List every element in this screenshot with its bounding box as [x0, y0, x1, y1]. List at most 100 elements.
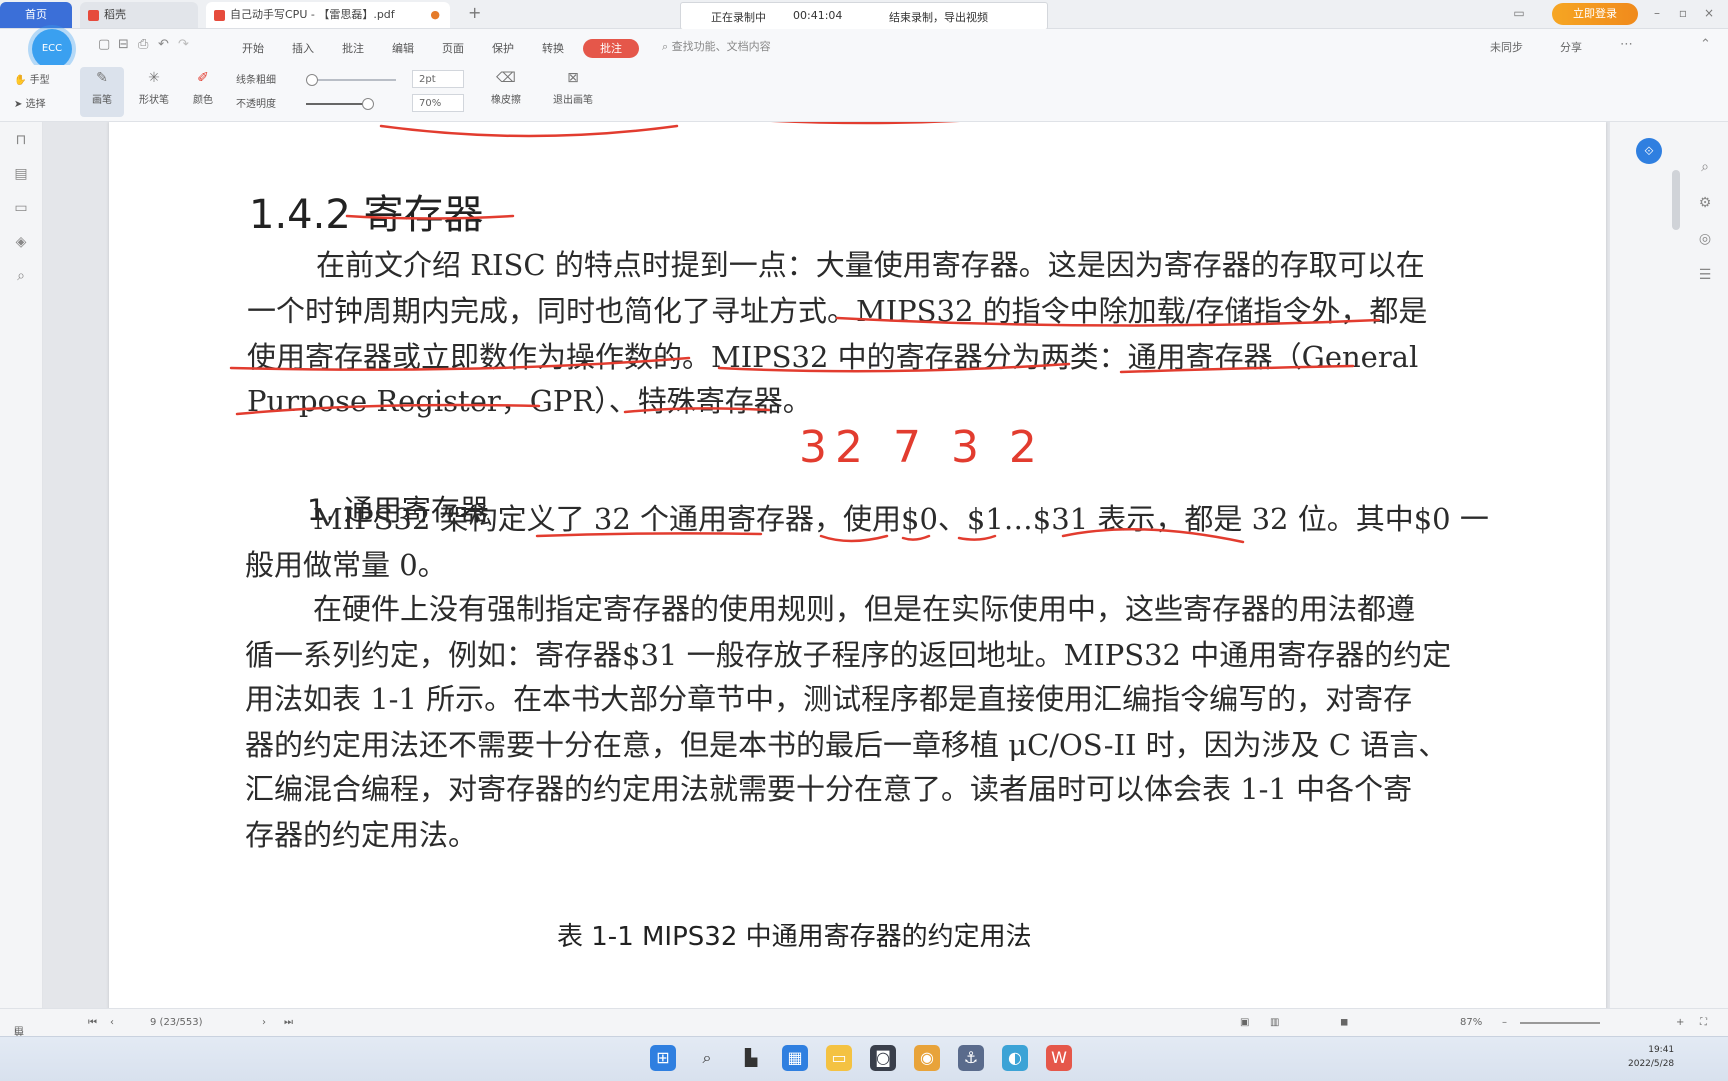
eraser-button[interactable]: ⌫ 橡皮擦 — [484, 69, 528, 106]
menu-start[interactable]: 开始 — [242, 40, 264, 56]
settings-icon[interactable]: ⚙ — [1696, 194, 1714, 212]
opacity-slider[interactable] — [306, 103, 366, 105]
assistant-icon[interactable]: ⟐ — [1636, 138, 1662, 164]
cursor-icon: ➤ — [14, 99, 23, 110]
opacity-select[interactable]: 70% — [412, 94, 464, 112]
tab-home[interactable]: 首页 — [0, 2, 72, 28]
windows-start-icon[interactable]: ⊞ — [650, 1045, 676, 1071]
shape-pen-button[interactable]: ✳ 形状笔 — [134, 69, 174, 106]
compass-icon[interactable]: ◎ — [1696, 230, 1714, 248]
hand-tool-label: 手型 — [29, 75, 50, 86]
stop-recording-button[interactable]: 结束录制，导出视频 — [889, 9, 988, 25]
right-sidebar — [1610, 122, 1728, 1008]
search-taskbar-icon[interactable]: ⌕ — [694, 1045, 720, 1071]
view-single-icon[interactable]: ▣ — [1240, 1017, 1249, 1028]
adjust-icon[interactable]: ☰ — [1696, 266, 1714, 284]
close-icon[interactable]: × — [1702, 6, 1716, 20]
undo-icon[interactable]: ↶ — [158, 37, 169, 52]
thumbnail-icon[interactable]: ▤ — [12, 166, 30, 182]
page-indicator[interactable]: 9 (23/553) — [150, 1017, 203, 1028]
bookmark-icon[interactable]: ⊓ — [12, 132, 30, 148]
print-icon[interactable]: ⎙ — [138, 37, 148, 52]
wps-taskbar-icon[interactable]: W — [1046, 1045, 1072, 1071]
view-mode-icon[interactable]: ◼ — [1340, 1017, 1348, 1028]
menu-annotate[interactable]: 批注 — [342, 40, 364, 56]
prev-page-icon[interactable]: ‹ — [110, 1017, 114, 1028]
zoom-out-icon[interactable]: – — [1502, 1017, 1507, 1028]
task-view-icon[interactable]: ▙ — [738, 1045, 764, 1071]
color-button[interactable]: ✐ 颜色 — [186, 69, 220, 106]
first-page-icon[interactable]: ⏮ — [88, 1017, 97, 1028]
menu-page[interactable]: 页面 — [442, 40, 464, 56]
tag-icon[interactable]: ◈ — [12, 234, 30, 250]
zoom-in-icon[interactable]: + — [1676, 1017, 1684, 1028]
widgets-icon[interactable]: ▦ — [782, 1045, 808, 1071]
menu-active-tab[interactable]: 批注 — [583, 39, 639, 58]
clock-date: 2022/5/28 — [1628, 1059, 1675, 1069]
anchor-app-icon[interactable]: ⚓ — [958, 1045, 984, 1071]
tab-wps-docer[interactable]: 稻壳 — [80, 2, 198, 28]
vertical-scrollbar[interactable] — [1672, 170, 1680, 230]
more-icon[interactable]: ⋯ — [1620, 37, 1633, 52]
zoom-icon[interactable]: ⌕ — [1696, 158, 1714, 176]
color-pen-icon: ✐ — [197, 70, 209, 86]
draw-pen-button[interactable]: ✎ 画笔 — [82, 69, 122, 106]
maximize-icon[interactable]: ▫ — [1676, 6, 1690, 20]
annotation-gpr-c — [901, 534, 931, 541]
file-explorer-icon[interactable]: ▭ — [826, 1045, 852, 1071]
new-tab-icon[interactable]: + — [468, 3, 481, 22]
save-icon[interactable]: ⊟ — [118, 37, 129, 52]
login-button[interactable]: 立即登录 — [1552, 3, 1638, 25]
user-avatar[interactable]: ECC — [32, 29, 72, 69]
recording-toolbar: 正在录制中 00:41:04 结束录制，导出视频 — [680, 2, 1048, 30]
search-input[interactable]: ⌕ 查找功能、文档内容 — [662, 38, 771, 54]
comment-icon[interactable]: ▭ — [12, 200, 30, 216]
edge-icon[interactable]: ◐ — [1002, 1045, 1028, 1071]
zoom-slider[interactable] — [1520, 1022, 1600, 1024]
app-dark-icon[interactable]: ◙ — [870, 1045, 896, 1071]
redo-icon[interactable]: ↷ — [178, 37, 189, 52]
collapse-ribbon-icon[interactable]: ⌃ — [1700, 37, 1711, 52]
tab-pdf-document[interactable]: 自己动手写CPU - 【雷思磊】.pdf ● — [206, 2, 450, 28]
opacity-knob[interactable] — [362, 98, 374, 110]
sync-status[interactable]: 未同步 — [1490, 39, 1523, 55]
select-tool-button[interactable]: ➤ 选择 — [14, 95, 46, 110]
fullscreen-icon[interactable]: ⛶ — [1700, 1017, 1707, 1028]
annotation-line2 — [835, 316, 1381, 327]
menu-protect[interactable]: 保护 — [492, 40, 514, 56]
menu-edit[interactable]: 编辑 — [392, 40, 414, 56]
minimize-icon[interactable]: – — [1650, 6, 1664, 20]
shape-pen-icon: ✳ — [148, 70, 160, 86]
hand-icon: ✋ — [14, 75, 27, 86]
clock-time: 19:41 — [1648, 1045, 1675, 1055]
annotation-gpr-e — [1061, 528, 1245, 544]
annotation-gpr-b — [819, 534, 889, 543]
next-page-icon[interactable]: › — [262, 1017, 266, 1028]
recording-time: 00:41:04 — [793, 9, 843, 22]
annotation-line3a — [229, 356, 691, 371]
system-tray[interactable]: 19:41 2022/5/28 — [1628, 1043, 1674, 1071]
menu-bar: ▢ ⊟ ⎙ ↶ ↷ 开始 插入 批注 编辑 页面 保护 转换 批注 未同步 分享… — [0, 29, 1728, 65]
line-width-slider[interactable] — [306, 79, 396, 81]
line-width-knob[interactable] — [306, 74, 318, 86]
search-doc-icon[interactable]: ⌕ — [12, 268, 30, 284]
annotation-line3b — [717, 362, 1071, 373]
hand-tool-button[interactable]: ✋ 手型 — [14, 71, 50, 86]
exit-icon: ⊠ — [567, 70, 579, 86]
line-width-label: 线条粗细 — [236, 75, 276, 86]
menu-convert[interactable]: 转换 — [542, 40, 564, 56]
line-size-select[interactable]: 2pt — [412, 70, 464, 88]
chrome-icon[interactable]: ◉ — [914, 1045, 940, 1071]
tab-wps-label: 稻壳 — [104, 8, 126, 21]
window-mode-icon[interactable]: ▭ — [1512, 6, 1526, 20]
exit-pen-button[interactable]: ⊠ 退出画笔 — [548, 69, 598, 106]
last-page-icon[interactable]: ⏭ — [284, 1017, 293, 1028]
share-button[interactable]: 分享 — [1560, 39, 1582, 55]
view-double-icon[interactable]: ▥ — [1270, 1017, 1279, 1028]
open-icon[interactable]: ▢ — [98, 37, 110, 52]
pen-annotations — [229, 122, 1381, 544]
recording-status: 正在录制中 — [711, 11, 766, 24]
menu-insert[interactable]: 插入 — [292, 40, 314, 56]
zoom-level[interactable]: 87% — [1460, 1017, 1482, 1028]
annotation-top-left — [379, 124, 679, 138]
